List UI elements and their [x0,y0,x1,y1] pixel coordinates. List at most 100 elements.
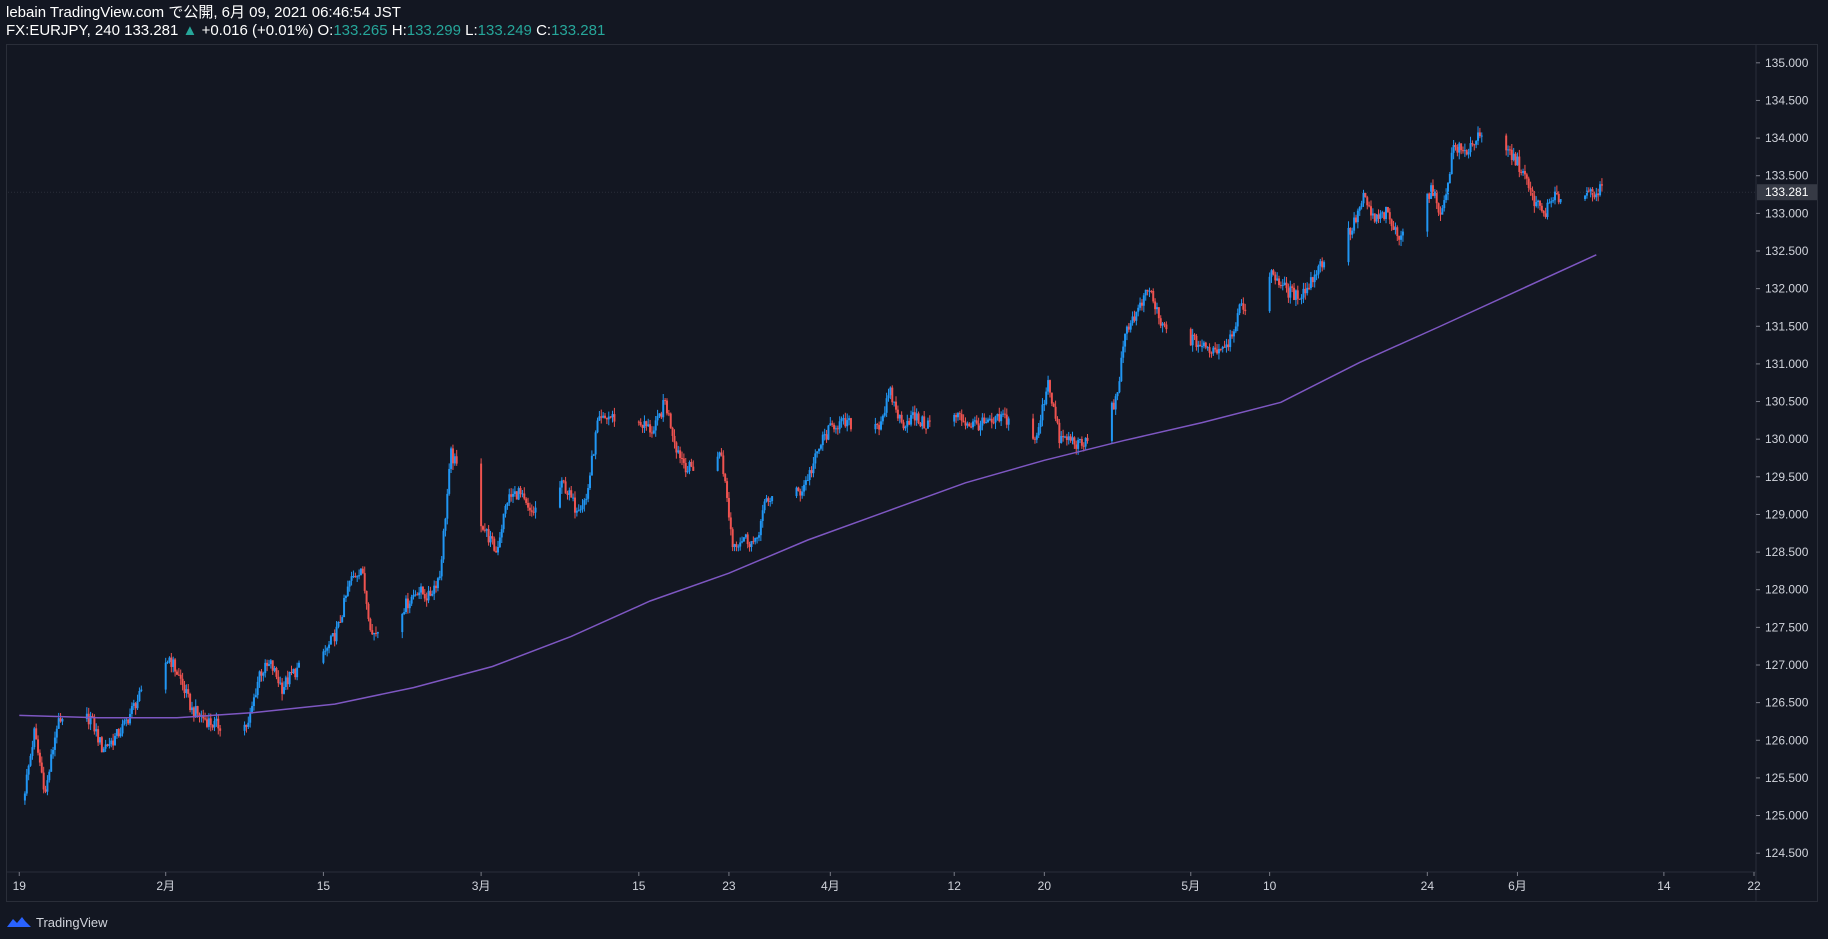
candle-body [328,644,331,649]
candle-body [1270,270,1273,277]
candle-body [339,621,342,623]
candle-body [592,454,595,456]
candle-body [1437,203,1440,213]
candle-body [254,695,257,698]
candle-body [57,718,60,729]
candle-body [1311,277,1314,283]
y-tick-label: 134.500 [1765,93,1809,107]
candle-body [1510,149,1513,160]
candle-body [513,491,516,494]
candle-body [23,793,26,801]
candle-body [1073,437,1076,445]
candle-body [217,718,220,729]
price-chart[interactable]: 135.000 134.500 134.000 133.500 133.000 132.5… [0,0,1828,939]
candle-body [1287,288,1290,298]
candle-body [1144,289,1147,296]
candle-body [1035,435,1038,440]
candle-body [921,416,924,427]
candle-body [825,434,828,440]
x-tick-label: 5月 [1181,879,1200,893]
candle-body [891,387,894,403]
candle-body [1231,334,1234,337]
candle-body [846,420,849,427]
candle-body [1274,274,1277,281]
candle-body [284,677,287,688]
footer: TradingView [6,912,108,932]
candle-body [996,414,999,417]
candle-body [410,596,413,604]
candle-body [910,415,913,425]
candle-body [359,568,362,576]
candle-body [532,511,535,513]
candle-body [1473,144,1476,146]
candle-body [273,667,276,671]
candle-body [264,662,267,674]
candle-body [587,488,590,499]
x-tick-label: 4月 [821,879,840,893]
candle-body [977,423,980,431]
x-tick-label: 12 [948,879,962,893]
candle-body [1450,152,1453,174]
candle-body [369,618,372,631]
candle-body [337,621,340,627]
candle-body [1471,143,1474,145]
candle-body [25,774,28,794]
candle-body [335,626,338,642]
candle-body [742,537,745,542]
candle-body [759,521,762,536]
tradingview-logo-icon [7,917,31,927]
candle-body [955,414,958,418]
candle-body [1002,413,1005,415]
candle-body [1082,445,1085,447]
candle-body [979,425,982,431]
candle-body [508,494,511,503]
candle-body [600,416,603,418]
candle-body [292,669,295,674]
candle-body [358,575,361,577]
candle-body [1388,212,1391,220]
candle-body [1208,347,1211,353]
candle-body [1523,170,1526,175]
candle-body [810,470,813,474]
candle-body [722,455,725,475]
candle-body [577,510,580,512]
x-tick-label: 24 [1421,879,1435,893]
candle-body [1127,326,1130,330]
candle-body [129,713,132,724]
candle-body [177,674,180,676]
candle-body [1045,391,1048,404]
candle-body [427,590,430,601]
candle-body [247,722,250,727]
candle-body [1291,286,1294,288]
x-tick-label: 3月 [472,879,491,893]
candle-body [1323,262,1326,268]
candle-body [267,664,270,666]
candle-body [669,413,672,428]
candle-body [138,691,141,702]
candle-body [1467,152,1470,155]
candle-body [361,568,364,574]
candle-body [827,425,830,440]
candle-body [763,501,766,511]
candle-body [660,413,663,418]
candle-body [958,413,961,415]
grid [6,44,1757,902]
candle-body [213,720,216,728]
candle-body [442,530,445,560]
y-tick-label: 127.500 [1765,620,1809,634]
candle-body [371,630,374,635]
candle-body [823,434,826,436]
candle-body [455,456,458,464]
candle-body [1000,414,1003,422]
candle-body [209,718,212,725]
candle-body [1349,227,1352,235]
candle-body [190,707,193,711]
candle-body [219,728,222,731]
candle-body [451,448,454,464]
candle-body [1050,392,1053,404]
candle-body [1193,334,1196,336]
y-tick-label: 128.000 [1765,583,1809,597]
candle-body [1289,286,1292,298]
footer-brand[interactable]: TradingView [36,915,108,930]
candle-body [1191,334,1194,346]
